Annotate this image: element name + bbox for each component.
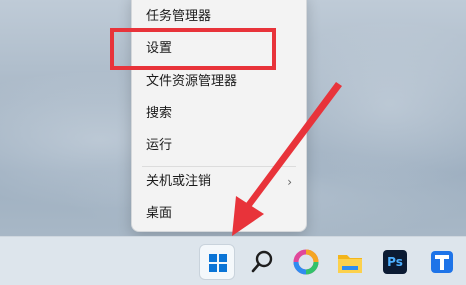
- copilot-button[interactable]: [288, 244, 324, 280]
- photoshop-button[interactable]: Ps: [377, 244, 413, 280]
- app-button[interactable]: [424, 244, 460, 280]
- search-button[interactable]: [244, 244, 280, 280]
- windows-logo-icon: [209, 254, 227, 272]
- taskbar: Ps: [0, 236, 466, 285]
- copilot-icon: [293, 249, 319, 275]
- photoshop-icon: Ps: [383, 250, 407, 274]
- search-icon: [251, 250, 273, 273]
- start-button[interactable]: [199, 244, 235, 280]
- folder-icon: [338, 255, 362, 273]
- app-icon: [431, 251, 453, 273]
- file-explorer-button[interactable]: [332, 244, 368, 280]
